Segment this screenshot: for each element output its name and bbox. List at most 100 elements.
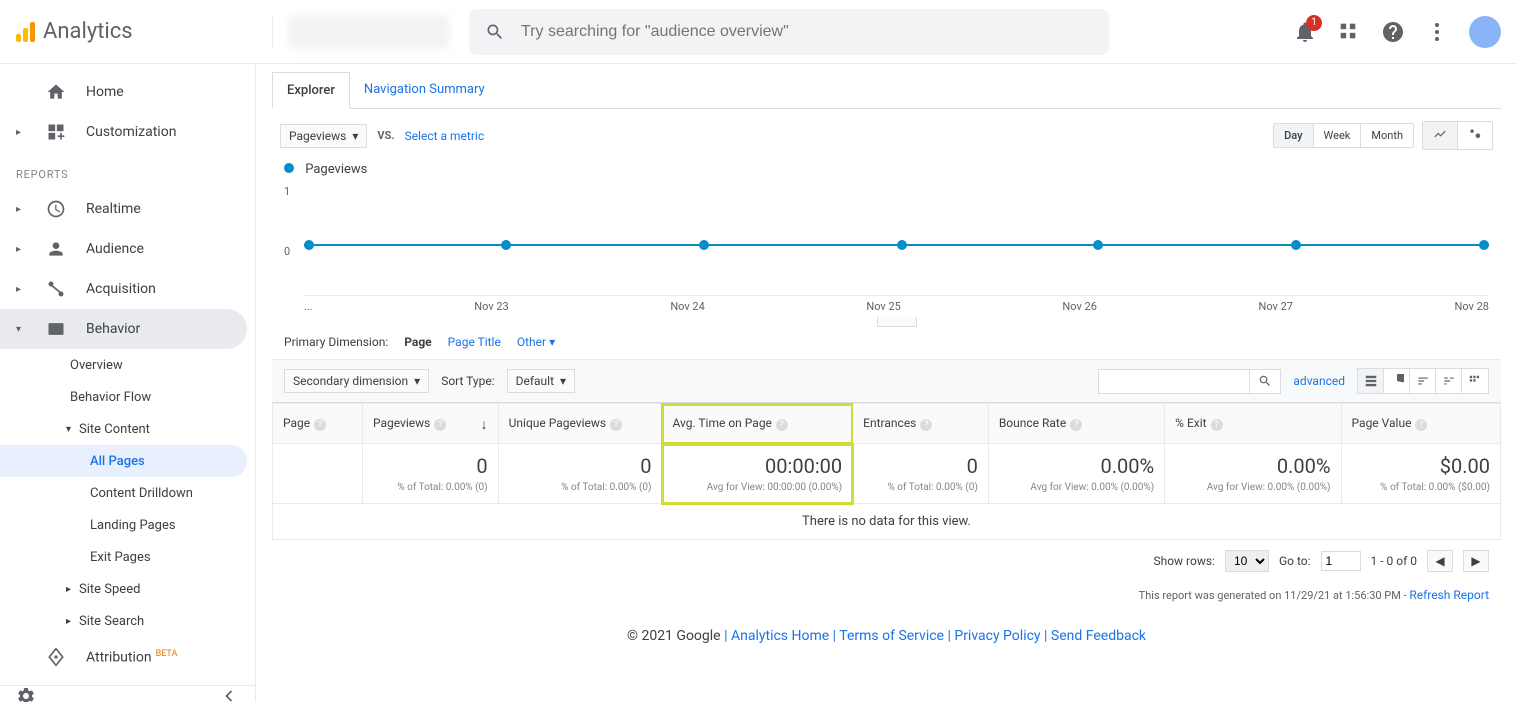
metric-dropdown[interactable]: Pageviews ▾ bbox=[280, 124, 367, 148]
summary-avg-time: 00:00:00Avg for View: 00:00:00 (0.00%) bbox=[662, 444, 853, 504]
chart-type-toggle bbox=[1422, 121, 1493, 150]
table-search bbox=[1098, 369, 1281, 394]
nav-label: Realtime bbox=[86, 201, 141, 217]
nav-customization[interactable]: ▸ Customization bbox=[0, 112, 255, 152]
user-avatar[interactable] bbox=[1469, 16, 1501, 48]
search-input[interactable] bbox=[521, 23, 1093, 41]
x-tick: Nov 24 bbox=[670, 300, 704, 313]
performance-view-icon[interactable] bbox=[1410, 369, 1436, 393]
pager: Show rows: 10 Go to: 1 - 0 of 0 ◀ ▶ bbox=[272, 540, 1501, 582]
logo-area: Analytics bbox=[16, 19, 256, 44]
pager-prev-button[interactable]: ◀ bbox=[1427, 550, 1453, 572]
main-content: Explorer Navigation Summary Pageviews ▾ … bbox=[256, 64, 1517, 702]
help-icon: ? bbox=[314, 419, 326, 431]
expand-handle[interactable] bbox=[877, 317, 917, 327]
table-filter-row: Secondary dimension ▾ Sort Type: Default… bbox=[272, 360, 1501, 403]
goto-input[interactable] bbox=[1321, 551, 1361, 571]
nav-label: Customization bbox=[86, 124, 176, 140]
nav-acquisition[interactable]: ▸ Acquisition bbox=[0, 269, 255, 309]
tab-explorer[interactable]: Explorer bbox=[272, 72, 350, 109]
pager-next-button[interactable]: ▶ bbox=[1463, 550, 1489, 572]
dim-other[interactable]: Other ▾ bbox=[517, 335, 555, 349]
th-page[interactable]: Page? bbox=[273, 404, 363, 444]
pivot-view-icon[interactable] bbox=[1462, 369, 1488, 393]
x-axis: ... Nov 23 Nov 24 Nov 25 Nov 26 Nov 27 N… bbox=[304, 295, 1489, 313]
vs-label: VS. bbox=[377, 129, 394, 142]
subnav-overview[interactable]: Overview bbox=[0, 349, 255, 381]
notifications-button[interactable]: 1 bbox=[1293, 20, 1317, 44]
comparison-view-icon[interactable] bbox=[1436, 369, 1462, 393]
subnav-exit-pages[interactable]: Exit Pages bbox=[0, 541, 255, 573]
table-search-input[interactable] bbox=[1099, 370, 1249, 393]
show-rows-label: Show rows: bbox=[1153, 554, 1214, 568]
pie-view-icon[interactable] bbox=[1384, 369, 1410, 393]
footer-terms[interactable]: Terms of Service bbox=[839, 628, 944, 644]
nav-audience[interactable]: ▸ Audience bbox=[0, 229, 255, 269]
seg-day[interactable]: Day bbox=[1274, 124, 1313, 147]
table-search-button[interactable] bbox=[1249, 370, 1280, 393]
time-granularity: Day Week Month bbox=[1273, 123, 1414, 148]
subnav-site-search[interactable]: ▸ Site Search bbox=[0, 605, 255, 637]
chart-series-line bbox=[304, 244, 1489, 246]
nav-behavior[interactable]: ▾ Behavior bbox=[0, 309, 247, 349]
help-button[interactable] bbox=[1381, 20, 1405, 44]
line-chart: 1 0 bbox=[284, 189, 1489, 279]
help-icon: ? bbox=[1211, 419, 1223, 431]
legend-dot bbox=[284, 163, 294, 173]
seg-week[interactable]: Week bbox=[1314, 124, 1362, 147]
help-icon: ? bbox=[434, 419, 446, 431]
advanced-link[interactable]: advanced bbox=[1293, 374, 1345, 388]
motion-chart-icon[interactable] bbox=[1458, 122, 1492, 149]
dim-page[interactable]: Page bbox=[404, 335, 431, 349]
th-bounce[interactable]: Bounce Rate? bbox=[988, 404, 1164, 444]
footer: © 2021 Google | Analytics Home | Terms o… bbox=[272, 608, 1501, 664]
dim-page-title[interactable]: Page Title bbox=[448, 335, 501, 349]
more-button[interactable] bbox=[1425, 20, 1449, 44]
footer-feedback[interactable]: Send Feedback bbox=[1051, 628, 1146, 644]
th-page-value[interactable]: Page Value? bbox=[1341, 404, 1500, 444]
subnav-site-content[interactable]: ▾ Site Content bbox=[0, 413, 255, 445]
th-entrances[interactable]: Entrances? bbox=[853, 404, 989, 444]
subnav-landing-pages[interactable]: Landing Pages bbox=[0, 509, 255, 541]
collapse-sidebar-icon[interactable] bbox=[219, 686, 239, 702]
table-view-icon[interactable] bbox=[1358, 369, 1384, 393]
footer-analytics-home[interactable]: Analytics Home bbox=[731, 628, 829, 644]
nav-label: Behavior bbox=[86, 321, 140, 337]
th-unique-pageviews[interactable]: Unique Pageviews? bbox=[498, 404, 662, 444]
divider bbox=[272, 16, 273, 48]
report-timestamp: This report was generated on 11/29/21 at… bbox=[272, 582, 1501, 608]
help-icon: ? bbox=[610, 419, 622, 431]
select-metric-link[interactable]: Select a metric bbox=[405, 129, 485, 143]
search-bar[interactable] bbox=[469, 9, 1109, 55]
no-data-message: There is no data for this view. bbox=[273, 504, 1501, 540]
nav-label: Audience bbox=[86, 241, 144, 257]
apps-button[interactable] bbox=[1337, 20, 1361, 44]
tab-navigation-summary[interactable]: Navigation Summary bbox=[350, 72, 499, 108]
chart-legend: Pageviews bbox=[284, 162, 1489, 177]
customization-icon bbox=[46, 122, 66, 142]
subnav-content-drilldown[interactable]: Content Drilldown bbox=[0, 477, 255, 509]
nav-attribution[interactable]: AttributionBETA bbox=[0, 637, 255, 677]
footer-privacy[interactable]: Privacy Policy bbox=[954, 628, 1040, 644]
subnav-all-pages[interactable]: All Pages bbox=[0, 445, 247, 477]
dim-label: Primary Dimension: bbox=[284, 335, 388, 349]
nav-home[interactable]: Home bbox=[0, 72, 255, 112]
refresh-report-link[interactable]: Refresh Report bbox=[1409, 588, 1489, 602]
x-tick: Nov 26 bbox=[1062, 300, 1096, 313]
seg-month[interactable]: Month bbox=[1361, 124, 1413, 147]
th-exit[interactable]: % Exit? bbox=[1165, 404, 1341, 444]
th-pageviews[interactable]: Pageviews?↓ bbox=[363, 404, 499, 444]
settings-icon[interactable] bbox=[16, 686, 36, 702]
legend-label: Pageviews bbox=[305, 162, 367, 177]
subnav-behavior-flow[interactable]: Behavior Flow bbox=[0, 381, 255, 413]
rows-select[interactable]: 10 bbox=[1225, 550, 1269, 572]
summary-page-value: $0.00% of Total: 0.00% ($0.00) bbox=[1341, 444, 1500, 504]
nav-realtime[interactable]: ▸ Realtime bbox=[0, 189, 255, 229]
secondary-dimension-dropdown[interactable]: Secondary dimension ▾ bbox=[284, 369, 429, 393]
help-icon: ? bbox=[920, 419, 932, 431]
line-chart-icon[interactable] bbox=[1423, 122, 1458, 149]
app-name: Analytics bbox=[43, 19, 133, 44]
subnav-site-speed[interactable]: ▸ Site Speed bbox=[0, 573, 255, 605]
th-avg-time[interactable]: Avg. Time on Page? bbox=[662, 404, 853, 444]
sort-type-dropdown[interactable]: Default ▾ bbox=[507, 369, 575, 393]
